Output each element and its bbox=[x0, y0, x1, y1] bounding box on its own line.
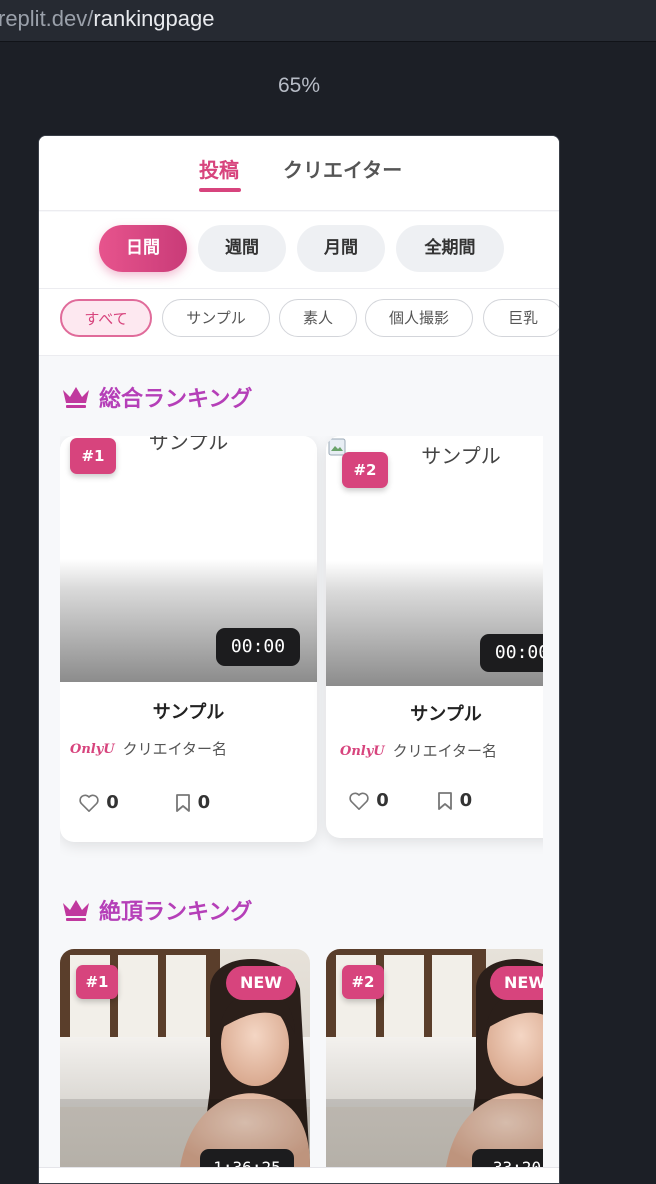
ranking-card[interactable]: #2 NEW 33:20 bbox=[326, 949, 543, 1167]
rank-badge: #2 bbox=[342, 965, 384, 999]
creator-info[interactable]: OnlyU クリエイター名 bbox=[70, 738, 227, 759]
category-chip-amateur[interactable]: 素人 bbox=[279, 299, 357, 337]
overall-ranking-heading: 総合ランキング bbox=[61, 381, 252, 416]
active-tab-indicator bbox=[199, 188, 241, 192]
ranking-card[interactable]: #1 NEW 1:36:25 bbox=[60, 949, 310, 1167]
bookmark-icon[interactable] bbox=[437, 790, 453, 811]
duration-badge: 1:36:25 bbox=[200, 1149, 294, 1167]
duration-badge: 00:00 bbox=[216, 628, 300, 666]
bookmark-count: 0 bbox=[197, 792, 211, 813]
card-stats: 0 0 bbox=[78, 792, 210, 813]
zoom-level: 65% bbox=[277, 74, 321, 97]
heart-icon[interactable] bbox=[348, 790, 370, 811]
category-chip-sample[interactable]: サンプル bbox=[162, 299, 270, 337]
creator-logo: OnlyU bbox=[340, 744, 385, 759]
content-type-tabs: 投稿 クリエイター bbox=[39, 136, 559, 211]
climax-ranking-title: 絶頂ランキング bbox=[99, 900, 253, 925]
like-count: 0 bbox=[376, 790, 389, 811]
rank-badge: #1 bbox=[70, 438, 116, 474]
creator-name: クリエイター名 bbox=[392, 742, 498, 760]
thumbnail-alt-text: サンプル bbox=[421, 444, 501, 468]
overall-ranking-title: 総合ランキング bbox=[99, 387, 253, 412]
period-monthly-button[interactable]: 月間 bbox=[297, 225, 385, 272]
creator-logo: OnlyU bbox=[70, 742, 115, 757]
url-path: rankingpage bbox=[93, 6, 215, 31]
crown-icon bbox=[61, 897, 91, 929]
bookmark-icon[interactable] bbox=[175, 792, 191, 813]
card-stats: 0 0 bbox=[348, 790, 472, 811]
duration-badge: 00:00 bbox=[480, 634, 543, 672]
address-bar-divider bbox=[0, 41, 656, 42]
crown-icon bbox=[61, 384, 91, 416]
period-daily-button[interactable]: 日間 bbox=[99, 225, 187, 272]
tab-posts[interactable]: 投稿 bbox=[199, 154, 239, 183]
tab-creators[interactable]: クリエイター bbox=[283, 154, 402, 183]
category-chip-all[interactable]: すべて bbox=[60, 299, 152, 337]
new-badge: NEW bbox=[226, 966, 296, 1000]
url-host: replit.dev/ bbox=[0, 6, 94, 31]
creator-name: クリエイター名 bbox=[122, 740, 228, 758]
browser-address-bar[interactable]: replit.dev/rankingpage bbox=[0, 0, 656, 42]
category-filter: すべて サンプル 素人 個人撮影 巨乳 bbox=[39, 289, 559, 356]
climax-ranking-carousel[interactable]: #1 NEW 1:36:25 bbox=[60, 949, 543, 1167]
like-count: 0 bbox=[106, 792, 119, 813]
new-badge: NEW bbox=[490, 966, 543, 1000]
card-title[interactable]: サンプル bbox=[60, 698, 317, 724]
overall-ranking-carousel[interactable]: サンプル #1 00:00 サンプル OnlyU クリエイター名 0 0 サンプ… bbox=[60, 436, 543, 861]
period-all-time-button[interactable]: 全期間 bbox=[396, 225, 504, 272]
bottom-navigation bbox=[39, 1167, 559, 1183]
category-chip-personal[interactable]: 個人撮影 bbox=[365, 299, 473, 337]
period-filter: 日間 週間 月間 全期間 bbox=[39, 212, 559, 289]
rank-badge: #2 bbox=[342, 452, 388, 488]
ranking-card[interactable]: サンプル #2 00:00 サンプル OnlyU クリエイター名 0 0 bbox=[326, 436, 543, 838]
ranking-card[interactable]: サンプル #1 00:00 サンプル OnlyU クリエイター名 0 0 bbox=[60, 436, 317, 842]
device-viewport: 投稿 クリエイター 日間 週間 月間 全期間 すべて サンプル 素人 個人撮影 … bbox=[38, 135, 560, 1184]
category-chip-busty[interactable]: 巨乳 bbox=[483, 299, 559, 337]
climax-ranking-heading: 絶頂ランキング bbox=[61, 894, 252, 929]
card-title[interactable]: サンプル bbox=[326, 700, 543, 726]
heart-icon[interactable] bbox=[78, 792, 100, 813]
url-text[interactable]: replit.dev/rankingpage bbox=[0, 6, 215, 32]
creator-info[interactable]: OnlyU クリエイター名 bbox=[340, 740, 497, 761]
period-weekly-button[interactable]: 週間 bbox=[198, 225, 286, 272]
bookmark-count: 0 bbox=[459, 790, 473, 811]
duration-badge: 33:20 bbox=[472, 1149, 543, 1167]
rank-badge: #1 bbox=[76, 965, 118, 999]
